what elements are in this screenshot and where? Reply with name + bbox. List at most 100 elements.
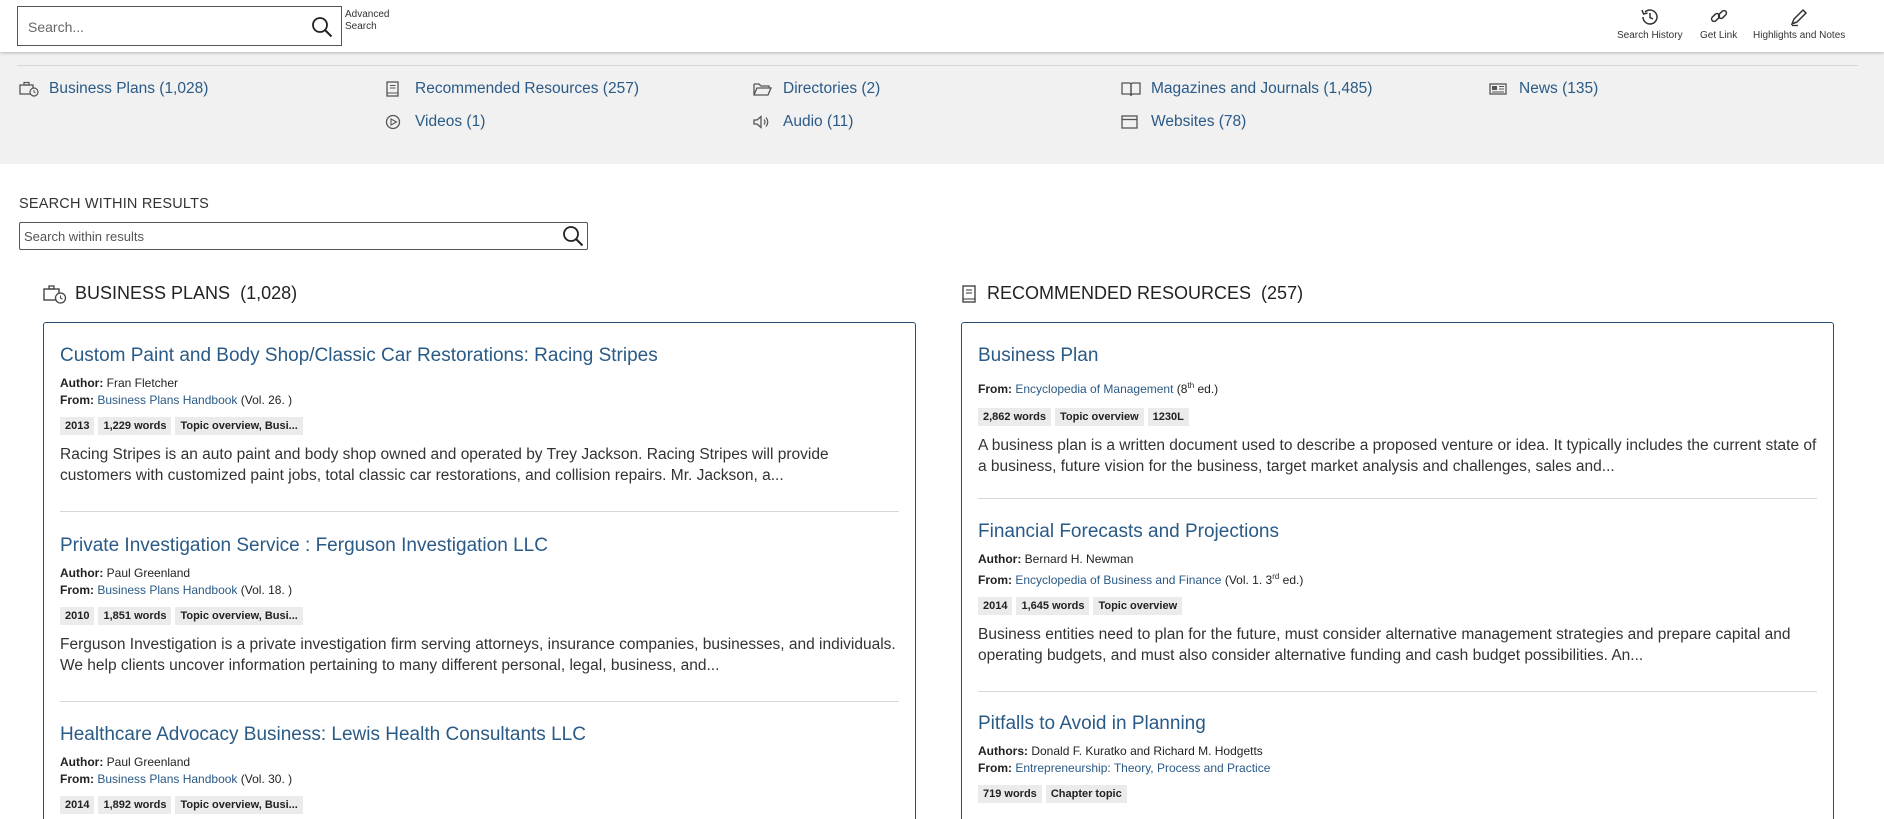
type-magazines-journals-label: Magazines and Journals (1,485) bbox=[1151, 80, 1373, 97]
highlights-notes-button[interactable]: Highlights and Notes bbox=[1753, 6, 1845, 41]
get-link-label: Get Link bbox=[1700, 30, 1738, 41]
tag-year: 2014 bbox=[60, 796, 95, 814]
search-within-input[interactable] bbox=[24, 227, 554, 245]
type-directories[interactable]: Directories (2) bbox=[753, 80, 880, 98]
recommended-resources-count: (257) bbox=[1261, 283, 1304, 303]
tag-type: Topic overview, Busi... bbox=[175, 796, 303, 814]
tag-words: 1,645 words bbox=[1016, 597, 1090, 615]
tag-year: 2013 bbox=[60, 417, 95, 435]
tag-type: Chapter topic bbox=[1045, 785, 1127, 803]
tag-type: Topic overview bbox=[1093, 597, 1183, 615]
business-plans-panel: Custom Paint and Body Shop/Classic Car R… bbox=[43, 322, 916, 819]
divider bbox=[978, 691, 1817, 692]
author-label: Author: bbox=[60, 376, 104, 390]
divider bbox=[978, 498, 1817, 499]
list-item: Custom Paint and Body Shop/Classic Car R… bbox=[60, 345, 899, 486]
business-plans-title: BUSINESS PLANS bbox=[75, 283, 231, 303]
recommended-resources-title: RECOMMENDED RESOURCES bbox=[987, 283, 1252, 303]
list-item: Private Investigation Service : Ferguson… bbox=[60, 535, 899, 676]
get-link-button[interactable]: Get Link bbox=[1700, 6, 1737, 41]
newspaper-icon bbox=[1489, 81, 1509, 97]
tag-list: 2013 1,229 words Topic overview, Busi... bbox=[60, 417, 899, 435]
source-link[interactable]: Business Plans Handbook bbox=[97, 583, 237, 597]
result-title-link[interactable]: Pitfalls to Avoid in Planning bbox=[978, 713, 1817, 735]
pen-icon bbox=[1753, 6, 1845, 28]
tag-type: Topic overview bbox=[1054, 408, 1144, 426]
result-title-link[interactable]: Private Investigation Service : Ferguson… bbox=[60, 535, 899, 557]
search-history-button[interactable]: Search History bbox=[1617, 6, 1683, 41]
source-volume: (Vol. 30. ) bbox=[237, 772, 293, 786]
divider bbox=[60, 511, 899, 512]
type-websites-label: Websites (78) bbox=[1151, 113, 1247, 130]
folder-icon bbox=[753, 81, 773, 97]
type-business-plans-label: Business Plans (1,028) bbox=[49, 80, 209, 97]
tag-year: 2010 bbox=[60, 607, 95, 625]
from-label: From: bbox=[978, 382, 1012, 396]
type-news[interactable]: News (135) bbox=[1489, 80, 1598, 98]
source-edition-end: ed.) bbox=[1279, 573, 1304, 587]
tag-words: 719 words bbox=[978, 785, 1042, 803]
tag-list: 2014 1,645 words Topic overview bbox=[978, 597, 1817, 615]
source-link[interactable]: Business Plans Handbook bbox=[97, 393, 237, 407]
author-label: Author: bbox=[60, 566, 104, 580]
search-within-label: SEARCH WITHIN RESULTS bbox=[19, 196, 210, 212]
author-label: Author: bbox=[60, 755, 104, 769]
author-name: Fran Fletcher bbox=[106, 376, 179, 390]
tag-lexile: 1230L bbox=[1147, 408, 1189, 426]
tag-year: 2014 bbox=[978, 597, 1013, 615]
author-name: Paul Greenland bbox=[106, 566, 191, 580]
from-label: From: bbox=[60, 583, 94, 597]
list-item: Business Plan From: Encyclopedia of Mana… bbox=[978, 345, 1817, 477]
from-label: From: bbox=[60, 393, 94, 407]
content-type-bar: Business Plans (1,028) Recommended Resou… bbox=[0, 52, 1884, 164]
source-volume: (Vol. 26. ) bbox=[237, 393, 293, 407]
type-magazines-journals[interactable]: Magazines and Journals (1,485) bbox=[1121, 80, 1372, 98]
source-link[interactable]: Encyclopedia of Management bbox=[1015, 382, 1173, 396]
result-title-link[interactable]: Custom Paint and Body Shop/Classic Car R… bbox=[60, 345, 899, 367]
business-plans-heading: BUSINESS PLANS (1,028) bbox=[43, 283, 297, 304]
from-label: From: bbox=[978, 573, 1012, 587]
type-videos-label: Videos (1) bbox=[415, 113, 486, 130]
search-icon[interactable] bbox=[311, 16, 333, 38]
author-label: Author: bbox=[978, 552, 1022, 566]
type-websites[interactable]: Websites (78) bbox=[1121, 113, 1246, 131]
search-within-box bbox=[19, 222, 588, 250]
type-audio[interactable]: Audio (11) bbox=[753, 113, 853, 131]
advanced-search-link[interactable]: Advanced Search bbox=[345, 9, 405, 33]
type-directories-label: Directories (2) bbox=[783, 80, 881, 97]
browser-icon bbox=[1121, 114, 1141, 130]
tag-list: 2,862 words Topic overview 1230L bbox=[978, 408, 1817, 426]
type-business-plans[interactable]: Business Plans (1,028) bbox=[19, 80, 208, 98]
tag-type: Topic overview, Busi... bbox=[175, 607, 303, 625]
source-link[interactable]: Entrepreneurship: Theory, Process and Pr… bbox=[1015, 761, 1270, 775]
from-label: From: bbox=[60, 772, 94, 786]
type-recommended-resources[interactable]: Recommended Resources (257) bbox=[385, 80, 639, 98]
type-videos[interactable]: Videos (1) bbox=[385, 113, 485, 131]
result-meta: Authors: Donald F. Kuratko and Richard M… bbox=[978, 743, 1817, 777]
source-edition-end: ed.) bbox=[1194, 382, 1219, 396]
source-link[interactable]: Business Plans Handbook bbox=[97, 772, 237, 786]
tag-words: 2,862 words bbox=[978, 408, 1051, 426]
result-meta: Author: Paul Greenland From: Business Pl… bbox=[60, 754, 899, 788]
result-title-link[interactable]: Financial Forecasts and Projections bbox=[978, 521, 1817, 543]
source-edition: (Vol. 1. 3 bbox=[1221, 573, 1273, 587]
briefcase-clock-icon bbox=[43, 284, 67, 304]
source-edition: (8 bbox=[1173, 382, 1188, 396]
result-description: Ferguson Investigation is a private inve… bbox=[60, 636, 896, 674]
result-title-link[interactable]: Healthcare Advocacy Business: Lewis Heal… bbox=[60, 724, 899, 746]
from-label: From: bbox=[978, 761, 1012, 775]
recommended-resources-panel: Business Plan From: Encyclopedia of Mana… bbox=[961, 322, 1834, 819]
speaker-icon bbox=[753, 114, 773, 130]
source-link[interactable]: Encyclopedia of Business and Finance bbox=[1015, 573, 1221, 587]
type-news-label: News (135) bbox=[1519, 80, 1599, 97]
result-title-link[interactable]: Business Plan bbox=[978, 345, 1817, 367]
search-input[interactable] bbox=[28, 16, 298, 38]
history-icon bbox=[1617, 6, 1683, 28]
book-icon bbox=[961, 284, 979, 304]
open-book-icon bbox=[1121, 81, 1141, 97]
book-icon bbox=[385, 81, 405, 97]
search-icon[interactable] bbox=[561, 224, 585, 248]
briefcase-clock-icon bbox=[19, 81, 39, 97]
search-box bbox=[17, 6, 342, 46]
tag-list: 2014 1,892 words Topic overview, Busi... bbox=[60, 796, 899, 814]
